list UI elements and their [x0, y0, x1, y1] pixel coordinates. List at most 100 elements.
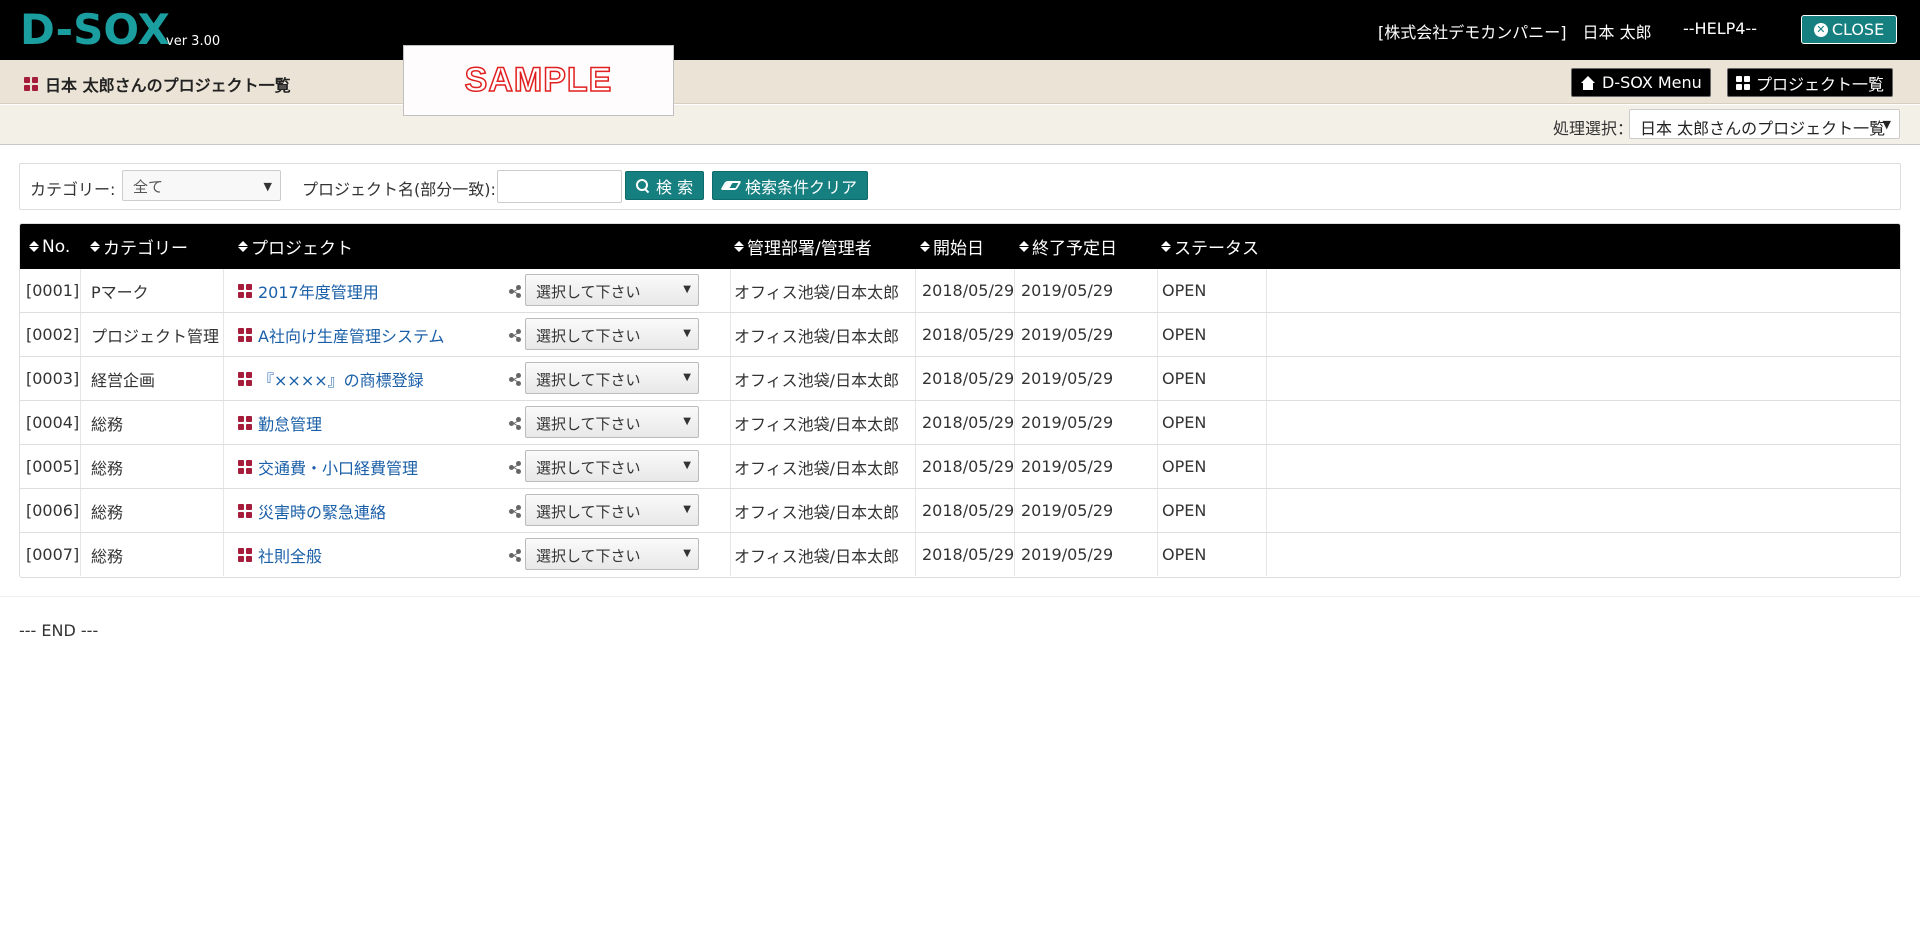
- share-icon-wrap[interactable]: [509, 269, 522, 312]
- search-icon: [636, 178, 650, 193]
- process-select[interactable]: 日本 太郎さんのプロジェクト一覧 ▼: [1629, 109, 1900, 139]
- project-link[interactable]: 交通費・小口経費管理: [238, 445, 418, 488]
- row-action-select[interactable]: 選択して下さい ▼: [525, 362, 699, 394]
- row-start-date: 2018/05/29: [922, 501, 1015, 520]
- page-title: 日本 太郎さんのプロジェクト一覧: [24, 72, 291, 96]
- row-dept: オフィス池袋/日本太郎: [734, 414, 900, 434]
- process-select-label: 処理選択：: [1553, 119, 1634, 138]
- row-action-select[interactable]: 選択して下さい ▼: [525, 494, 699, 526]
- sort-icon: [1019, 241, 1029, 252]
- grid-icon: [238, 415, 252, 430]
- row-start-date: 2018/05/29: [922, 413, 1015, 432]
- row-action-select[interactable]: 選択して下さい ▼: [525, 318, 699, 350]
- share-icon: [509, 416, 522, 430]
- row-end-date: 2019/05/29: [1021, 413, 1114, 432]
- end-marker: --- END ---: [19, 621, 99, 640]
- project-link[interactable]: A社向け生産管理システム: [238, 313, 444, 356]
- sort-icon: [238, 241, 248, 252]
- project-list-button[interactable]: プロジェクト一覧: [1727, 68, 1894, 97]
- help-link[interactable]: --HELP4--: [1683, 19, 1757, 38]
- row-dept: オフィス池袋/日本太郎: [734, 458, 900, 478]
- row-action-select[interactable]: 選択して下さい ▼: [525, 406, 699, 438]
- row-action-select[interactable]: 選択して下さい ▼: [525, 450, 699, 482]
- column-header-end-date[interactable]: 終了予定日: [1019, 224, 1117, 269]
- row-no: [0006]: [26, 501, 80, 520]
- row-action-select[interactable]: 選択して下さい ▼: [525, 538, 699, 570]
- sample-stamp: SAMPLE: [403, 45, 674, 116]
- project-link[interactable]: 社則全般: [238, 533, 322, 576]
- project-name-input[interactable]: [497, 170, 622, 203]
- table-row: [0006] 総務 災害時の緊急連絡 選択して下さい ▼ オフィス池袋/日本太郎…: [20, 489, 1900, 533]
- share-icon: [509, 284, 522, 298]
- share-icon: [509, 372, 522, 386]
- row-end-date: 2019/05/29: [1021, 545, 1114, 564]
- share-icon: [509, 328, 522, 342]
- clear-search-label: 検索条件クリア: [745, 177, 858, 197]
- grid-icon: [238, 371, 252, 386]
- row-start-date: 2018/05/29: [922, 545, 1015, 564]
- dsox-menu-button[interactable]: D-SOX Menu: [1571, 68, 1711, 97]
- row-category: プロジェクト管理: [91, 326, 220, 346]
- column-header-dept[interactable]: 管理部署/管理者: [734, 224, 872, 269]
- row-status: OPEN: [1162, 325, 1207, 344]
- row-no: [0001]: [26, 281, 80, 300]
- grid-icon: [238, 503, 252, 518]
- row-dept: オフィス池袋/日本太郎: [734, 282, 900, 302]
- row-status: OPEN: [1162, 501, 1207, 520]
- home-icon: [1580, 75, 1596, 90]
- row-end-date: 2019/05/29: [1021, 281, 1114, 300]
- column-header-start-date[interactable]: 開始日: [920, 224, 984, 269]
- row-no: [0004]: [26, 413, 80, 432]
- search-button[interactable]: 検 索: [625, 171, 705, 200]
- column-header-no[interactable]: No.: [29, 224, 70, 269]
- column-header-project[interactable]: プロジェクト: [238, 224, 353, 269]
- grid-icon: [238, 459, 252, 474]
- share-icon-wrap[interactable]: [509, 313, 522, 356]
- row-no: [0002]: [26, 325, 80, 344]
- share-icon-wrap[interactable]: [509, 533, 522, 576]
- grid-icon: [1736, 75, 1750, 90]
- row-no: [0003]: [26, 369, 80, 388]
- sort-icon: [29, 241, 39, 252]
- row-status: OPEN: [1162, 413, 1207, 432]
- row-action-select[interactable]: 選択して下さい ▼: [525, 274, 699, 306]
- row-dept: オフィス池袋/日本太郎: [734, 326, 900, 346]
- page-title-text: 日本 太郎さんのプロジェクト一覧: [45, 76, 291, 95]
- share-icon-wrap[interactable]: [509, 401, 522, 444]
- share-icon-wrap[interactable]: [509, 445, 522, 488]
- column-header-status[interactable]: ステータス: [1161, 224, 1259, 269]
- share-icon-wrap[interactable]: [509, 489, 522, 532]
- row-dept: オフィス池袋/日本太郎: [734, 546, 900, 566]
- clear-search-button[interactable]: 検索条件クリア: [712, 171, 869, 200]
- table-header: No. カテゴリー プロジェクト 管理部署/管理者 開始日 終了予定日 ステータ…: [20, 224, 1900, 269]
- row-category: 経営企画: [91, 370, 156, 390]
- row-status: OPEN: [1162, 369, 1207, 388]
- share-icon-wrap[interactable]: [509, 357, 522, 400]
- column-header-category[interactable]: カテゴリー: [90, 224, 188, 269]
- row-end-date: 2019/05/29: [1021, 325, 1114, 344]
- row-start-date: 2018/05/29: [922, 457, 1015, 476]
- dropdown-arrow-icon: ▼: [683, 328, 691, 339]
- project-link[interactable]: 2017年度管理用: [238, 269, 379, 312]
- project-name: 社則全般: [258, 546, 323, 566]
- row-dept: オフィス池袋/日本太郎: [734, 502, 900, 522]
- project-link[interactable]: 『××××』の商標登録: [238, 357, 424, 400]
- category-select[interactable]: 全て ▼: [122, 170, 281, 201]
- row-start-date: 2018/05/29: [922, 325, 1015, 344]
- project-list-label: プロジェクト一覧: [1756, 74, 1885, 94]
- row-end-date: 2019/05/29: [1021, 369, 1114, 388]
- project-link[interactable]: 災害時の緊急連絡: [238, 489, 386, 532]
- close-button[interactable]: ✕ CLOSE: [1801, 15, 1897, 44]
- sort-icon: [1161, 241, 1171, 252]
- table-row: [0007] 総務 社則全般 選択して下さい ▼ オフィス池袋/日本太郎 201…: [20, 533, 1900, 577]
- row-no: [0005]: [26, 457, 80, 476]
- project-link[interactable]: 勤怠管理: [238, 401, 322, 444]
- project-name: 勤怠管理: [258, 414, 323, 434]
- dropdown-arrow-icon: ▼: [263, 180, 272, 193]
- sample-stamp-text: SAMPLE: [464, 60, 613, 100]
- project-name: 交通費・小口経費管理: [258, 458, 419, 478]
- row-category: 総務: [91, 546, 124, 566]
- grid-icon: [238, 327, 252, 342]
- company-user-label: [株式会社デモカンパニー] 日本 太郎: [1378, 23, 1652, 42]
- share-icon: [509, 548, 522, 562]
